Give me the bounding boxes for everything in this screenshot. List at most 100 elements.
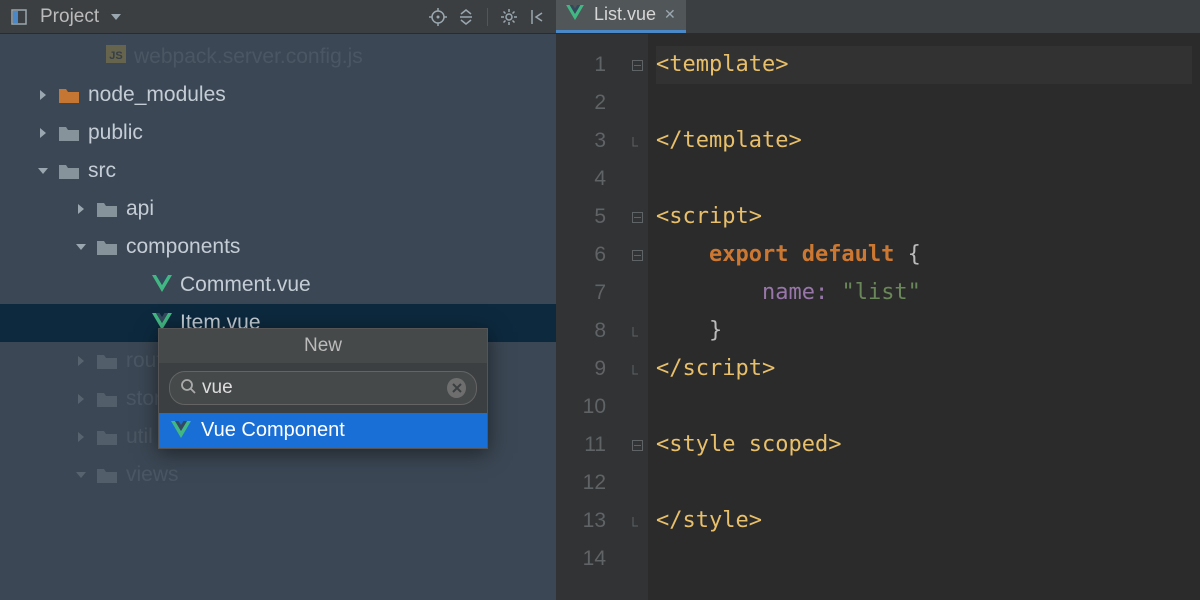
tab-list-vue[interactable]: List.vue ✕	[556, 0, 686, 33]
folder-icon	[96, 200, 118, 218]
line-number: 4	[556, 160, 626, 198]
chevron-down-icon[interactable]	[74, 240, 88, 254]
line-number: 11	[556, 426, 626, 464]
code-line[interactable]	[656, 464, 1192, 502]
code-line[interactable]: <style scoped>	[656, 426, 1192, 464]
code-line[interactable]: export default {	[656, 236, 1192, 274]
svg-text:JS: JS	[109, 50, 122, 62]
tree-item[interactable]: Comment.vue	[0, 266, 556, 304]
clear-icon[interactable]	[447, 378, 466, 398]
fold-marker[interactable]	[626, 350, 648, 388]
tree-item-label: node_modules	[88, 83, 226, 107]
new-file-popup: New Vue Component	[158, 328, 488, 449]
fold-marker	[626, 540, 648, 578]
tree-item[interactable]: components	[0, 228, 556, 266]
folder-icon	[96, 352, 118, 370]
fold-marker[interactable]	[626, 122, 648, 160]
line-number: 3	[556, 122, 626, 160]
tree-item-label: views	[126, 463, 179, 487]
tree-item[interactable]: public	[0, 114, 556, 152]
line-number: 9	[556, 350, 626, 388]
folder-icon	[96, 390, 118, 408]
hide-icon[interactable]	[526, 6, 548, 28]
chevron-right-icon[interactable]	[36, 88, 50, 102]
fold-marker[interactable]	[626, 502, 648, 540]
folder-icon	[58, 86, 80, 104]
line-number: 2	[556, 84, 626, 122]
folder-icon	[58, 124, 80, 142]
code-line[interactable]	[656, 388, 1192, 426]
chevron-right-icon[interactable]	[74, 392, 88, 406]
tree-item[interactable]: src	[0, 152, 556, 190]
code-line[interactable]: </script>	[656, 350, 1192, 388]
tree-item-label: components	[126, 235, 240, 259]
line-number: 14	[556, 540, 626, 578]
line-number: 7	[556, 274, 626, 312]
fold-marker[interactable]	[626, 236, 648, 274]
chevron-right-icon[interactable]	[36, 126, 50, 140]
tree-item-label: Comment.vue	[180, 273, 311, 297]
collapse-icon[interactable]	[455, 6, 477, 28]
gear-icon[interactable]	[498, 6, 520, 28]
line-number: 5	[556, 198, 626, 236]
sidebar-title[interactable]: Project	[40, 6, 99, 28]
dropdown-icon[interactable]	[105, 6, 127, 28]
chevron-down-icon[interactable]	[36, 164, 50, 178]
js-icon: JS	[106, 45, 126, 69]
line-number: 12	[556, 464, 626, 502]
tree-item[interactable]: node_modules	[0, 76, 556, 114]
divider	[487, 8, 488, 26]
fold-gutter[interactable]	[626, 34, 648, 600]
code-line[interactable]: }	[656, 312, 1192, 350]
fold-marker	[626, 84, 648, 122]
chevron-down-icon[interactable]	[74, 468, 88, 482]
tree-item[interactable]: api	[0, 190, 556, 228]
folder-icon	[96, 466, 118, 484]
project-tree[interactable]: JS webpack.server.config.js node_modulespu…	[0, 34, 556, 600]
project-icon	[8, 6, 30, 28]
search-input[interactable]	[196, 377, 447, 399]
line-number: 10	[556, 388, 626, 426]
folder-icon	[96, 428, 118, 446]
code-line[interactable]	[656, 84, 1192, 122]
code-line[interactable]	[656, 160, 1192, 198]
popup-result-vue-component[interactable]: Vue Component	[159, 413, 487, 448]
chevron-right-icon[interactable]	[74, 354, 88, 368]
tree-item[interactable]: JS webpack.server.config.js	[0, 38, 556, 76]
chevron-right-icon[interactable]	[74, 202, 88, 216]
sidebar-header: Project	[0, 0, 556, 34]
chevron-right-icon[interactable]	[74, 430, 88, 444]
folder-icon	[58, 162, 80, 180]
tree-item-label: webpack.server.config.js	[134, 45, 363, 69]
popup-title: New	[159, 329, 487, 363]
search-icon	[180, 377, 196, 400]
fold-marker[interactable]	[626, 312, 648, 350]
editor-tabs: List.vue ✕	[556, 0, 1200, 34]
popup-search[interactable]	[169, 371, 477, 405]
fold-marker[interactable]	[626, 426, 648, 464]
line-number: 1	[556, 46, 626, 84]
folder-icon	[96, 238, 118, 256]
tree-item-label: src	[88, 159, 116, 183]
fold-marker[interactable]	[626, 46, 648, 84]
code-line[interactable]: </style>	[656, 502, 1192, 540]
code-line[interactable]: name: "list"	[656, 274, 1192, 312]
popup-result-label: Vue Component	[201, 419, 345, 442]
vue-icon	[171, 421, 191, 441]
code-area[interactable]: <template> </template> <script> export def…	[648, 34, 1200, 600]
fold-marker	[626, 464, 648, 502]
tab-label: List.vue	[594, 4, 656, 25]
locate-icon[interactable]	[427, 6, 449, 28]
code-line[interactable]: <template>	[656, 46, 1192, 84]
code-line[interactable]: <script>	[656, 198, 1192, 236]
tree-item-label: public	[88, 121, 143, 145]
line-gutter: 1234567891011121314	[556, 34, 626, 600]
tree-item-label: util	[126, 425, 153, 449]
code-line[interactable]: </template>	[656, 122, 1192, 160]
code-line[interactable]	[656, 540, 1192, 578]
fold-marker	[626, 274, 648, 312]
close-icon[interactable]: ✕	[664, 6, 676, 23]
tree-item[interactable]: views	[0, 456, 556, 494]
fold-marker[interactable]	[626, 198, 648, 236]
line-number: 13	[556, 502, 626, 540]
